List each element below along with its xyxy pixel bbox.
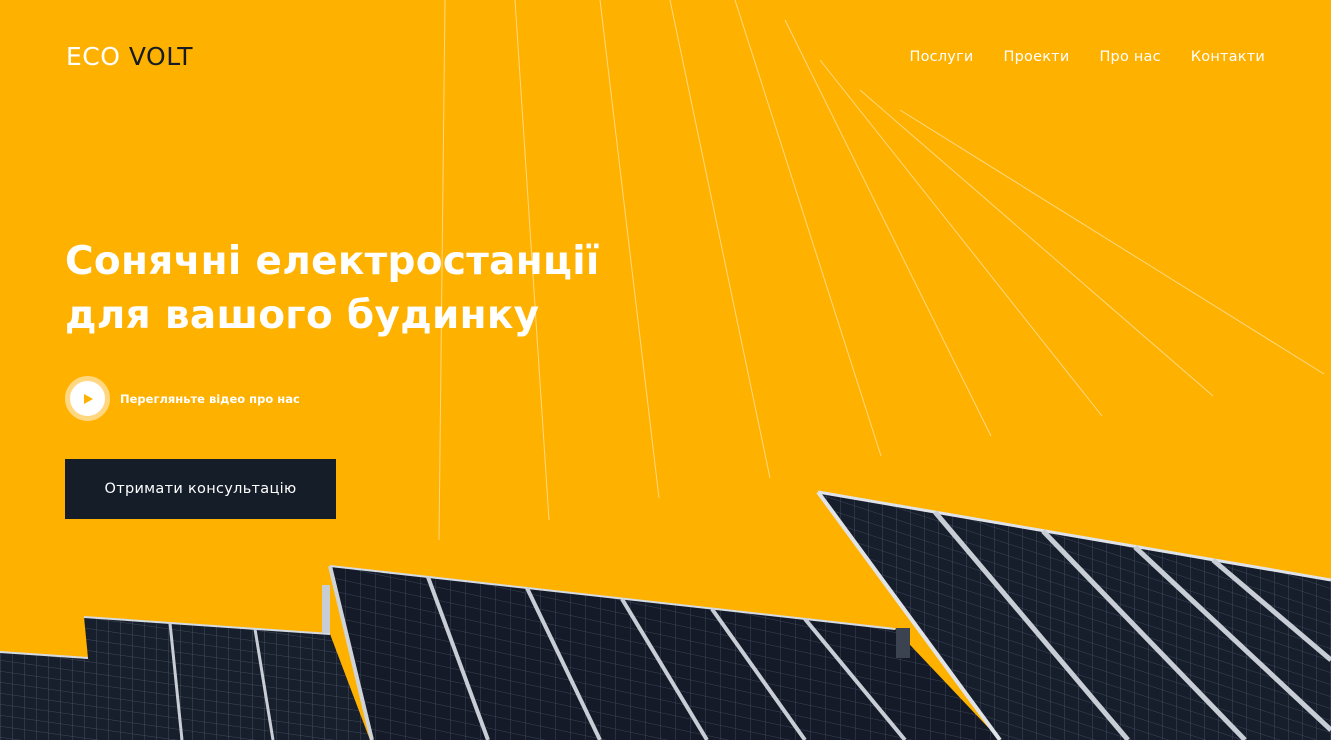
nav-item-about[interactable]: Про нас	[1099, 47, 1160, 67]
logo-part-eco: ECO	[66, 42, 121, 71]
video-label: Перегляньте відео про нас	[120, 391, 300, 406]
main-nav: Послуги Проекти Про нас Контакти	[909, 47, 1265, 67]
nav-item-projects[interactable]: Проекти	[1004, 47, 1070, 67]
hero-headline: Сонячні електростанції для вашого будинк…	[65, 235, 600, 343]
watch-video-link[interactable]: Перегляньте відео про нас	[65, 376, 300, 421]
play-button[interactable]	[65, 376, 110, 421]
headline-line-2: для вашого будинку	[65, 293, 540, 338]
play-icon	[83, 393, 93, 404]
consultation-button[interactable]: Отримати консультацію	[65, 459, 336, 519]
logo[interactable]: ECO VOLT	[66, 40, 193, 74]
hero-section: ECO VOLT Послуги Проекти Про нас Контакт…	[0, 0, 1331, 740]
headline-line-1: Сонячні електростанції	[65, 239, 600, 284]
site-header: ECO VOLT Послуги Проекти Про нас Контакт…	[0, 0, 1331, 115]
logo-part-volt: VOLT	[128, 42, 193, 71]
nav-item-services[interactable]: Послуги	[909, 47, 973, 67]
nav-item-contacts[interactable]: Контакти	[1191, 47, 1265, 67]
